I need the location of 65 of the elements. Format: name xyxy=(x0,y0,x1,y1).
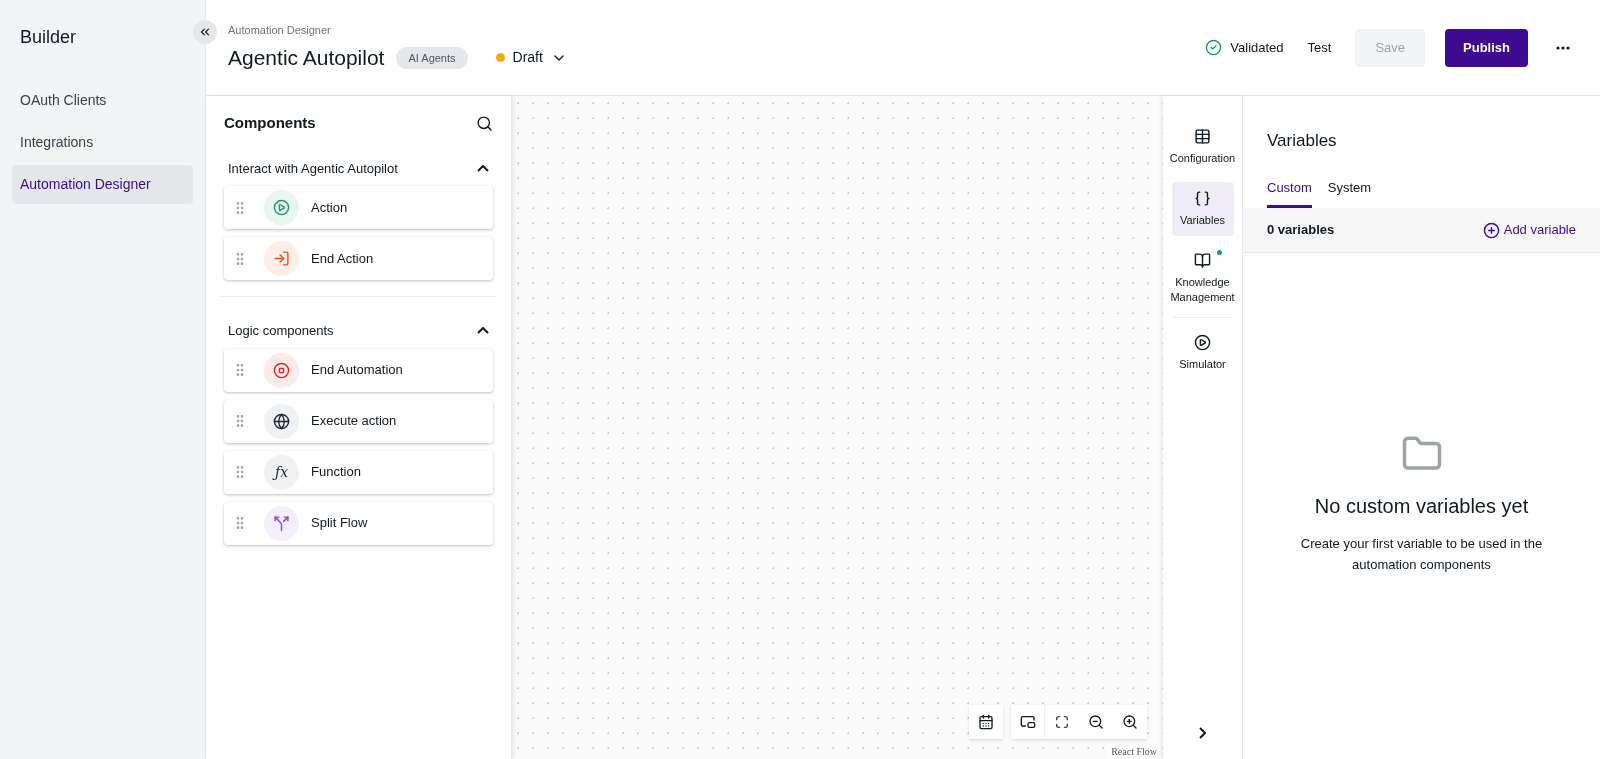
zoom-in-icon xyxy=(1122,714,1138,730)
component-label: Execute action xyxy=(311,412,397,431)
component-label: Action xyxy=(311,198,348,217)
empty-text: Create your first variable to be used in the automation components xyxy=(1299,535,1544,574)
fullscreen-icon xyxy=(1055,715,1069,729)
chevron-right-icon xyxy=(1199,727,1206,739)
add-variable-button[interactable]: Add variable xyxy=(1482,220,1576,240)
expand-button[interactable] xyxy=(1199,727,1206,739)
collapse-icon xyxy=(198,25,212,39)
minimap-icon xyxy=(1019,714,1036,730)
publish-button[interactable]: Publish xyxy=(1445,28,1528,67)
chevron-up-icon xyxy=(477,164,489,172)
sidebar-title: Builder xyxy=(19,26,78,49)
sidebar-item[interactable]: OAuth Clients xyxy=(12,81,193,120)
rail-icon xyxy=(1194,128,1211,145)
component-icon: ƒx xyxy=(264,454,299,490)
rail-tab[interactable]: Configuration xyxy=(1171,120,1234,174)
component-label: Split Flow xyxy=(311,514,368,533)
component-card[interactable]: End Action xyxy=(224,237,493,280)
chevron-up-icon xyxy=(477,327,489,335)
tab[interactable]: System xyxy=(1327,177,1372,208)
variable-count: 0 variables xyxy=(1267,221,1335,240)
component-label: End Automation xyxy=(311,361,403,380)
component-card[interactable]: Split Flow xyxy=(224,501,493,545)
sidebar-item[interactable]: Automation Designer xyxy=(12,165,193,204)
panel-title: Components xyxy=(224,113,316,133)
rail-icon xyxy=(1194,252,1211,269)
calendar-button[interactable] xyxy=(969,705,1003,739)
rail-tab[interactable]: Variables xyxy=(1171,182,1234,236)
search-button[interactable] xyxy=(476,114,493,132)
canvas[interactable]: React Flow xyxy=(511,96,1163,759)
section-header[interactable]: Interact with Agentic Autopilot xyxy=(220,158,497,178)
component-card[interactable]: End Automation xyxy=(224,348,493,392)
validation-status: Validated xyxy=(1230,38,1284,57)
component-icon xyxy=(264,190,299,225)
component-card[interactable]: Execute action xyxy=(224,399,493,443)
component-label: Function xyxy=(311,463,361,482)
more-icon xyxy=(1556,45,1570,50)
component-icon xyxy=(264,403,299,439)
check-circle-icon xyxy=(1205,39,1223,56)
rail-tab[interactable]: Simulator xyxy=(1171,326,1234,380)
component-icon xyxy=(264,241,299,276)
section-header[interactable]: Logic components xyxy=(220,321,497,341)
component-card[interactable]: Action xyxy=(224,186,493,229)
sidebar-item[interactable]: Integrations xyxy=(12,123,193,162)
rail-icon xyxy=(1194,334,1211,351)
page-title: Agentic Autopilot xyxy=(228,45,385,71)
component-card[interactable]: ƒx Function xyxy=(224,450,493,494)
zoom-out-icon xyxy=(1088,714,1104,730)
rail-tab[interactable]: Knowledge Management xyxy=(1171,244,1234,318)
breadcrumb: Automation Designer xyxy=(228,22,332,38)
status-dropdown[interactable]: Draft xyxy=(495,47,567,69)
attribution-link[interactable]: React Flow xyxy=(1107,744,1161,759)
rail-icon xyxy=(1194,190,1211,207)
collapse-sidebar-button[interactable] xyxy=(193,20,217,44)
category-tag: AI Agents xyxy=(396,46,468,69)
component-icon xyxy=(264,505,299,541)
empty-title: No custom variables yet xyxy=(1314,494,1529,519)
plus-circle-icon xyxy=(1482,221,1500,239)
search-icon xyxy=(476,114,493,132)
component-icon xyxy=(264,352,299,388)
calendar-icon xyxy=(978,714,994,730)
test-button[interactable]: Test xyxy=(1303,37,1336,58)
component-label: End Action xyxy=(311,249,374,268)
panel-title: Variables xyxy=(1266,130,1338,152)
